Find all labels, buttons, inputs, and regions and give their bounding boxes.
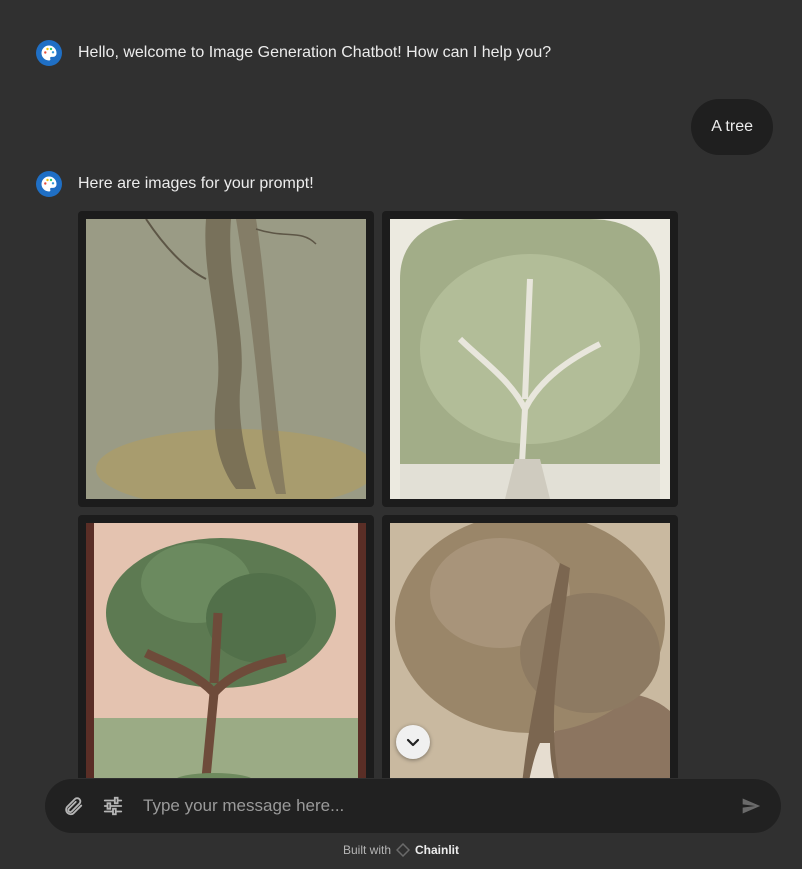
sliders-icon: [103, 796, 123, 816]
assistant-avatar-palette-icon: [36, 40, 62, 66]
paperclip-icon: [65, 797, 83, 816]
generated-image-1[interactable]: [78, 211, 374, 507]
generated-image-4[interactable]: [382, 515, 678, 811]
assistant-message-images: Here are images for your prompt!: [36, 171, 314, 197]
send-icon: [742, 798, 761, 814]
built-with-footer[interactable]: Built with Chainlit: [0, 843, 802, 857]
message-text: A tree: [711, 118, 753, 135]
message-text: Hello, welcome to Image Generation Chatb…: [78, 44, 552, 61]
attach-file-button[interactable]: [59, 792, 87, 820]
chevron-down-icon: [406, 738, 420, 747]
assistant-avatar-palette-icon: [36, 171, 62, 197]
generated-image-3[interactable]: [78, 515, 374, 811]
chainlit-logo-icon: [396, 843, 411, 857]
generated-tree-image-1: [86, 219, 366, 499]
send-button[interactable]: [737, 792, 765, 820]
settings-button[interactable]: [99, 792, 127, 820]
generated-tree-image-4: [390, 523, 670, 803]
generated-tree-image-2: [390, 219, 670, 499]
user-message-bubble: A tree: [691, 99, 773, 155]
generated-tree-image-3: [86, 523, 366, 803]
message-input[interactable]: [141, 795, 737, 817]
assistant-message-welcome: Hello, welcome to Image Generation Chatb…: [36, 40, 551, 66]
generated-image-2[interactable]: [382, 211, 678, 507]
message-composer: [45, 779, 781, 833]
scroll-to-bottom-button[interactable]: [396, 725, 430, 759]
footer-brand: Chainlit: [415, 843, 460, 857]
message-text: Here are images for your prompt!: [78, 175, 314, 192]
footer-prefix: Built with: [342, 843, 392, 857]
